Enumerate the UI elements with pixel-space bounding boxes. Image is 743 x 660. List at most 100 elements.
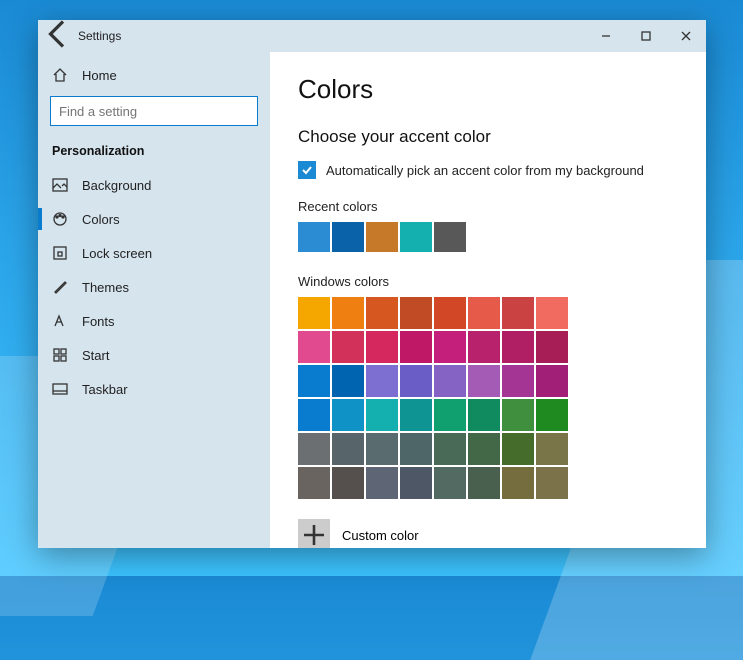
color-swatch[interactable]	[400, 365, 432, 397]
picture-icon	[52, 177, 68, 193]
color-swatch[interactable]	[400, 399, 432, 431]
brush-icon	[52, 279, 68, 295]
search-field[interactable]	[59, 104, 249, 119]
windows-colors-label: Windows colors	[298, 274, 678, 289]
nav-label: Start	[82, 348, 109, 363]
color-swatch[interactable]	[502, 433, 534, 465]
color-swatch[interactable]	[502, 365, 534, 397]
color-swatch[interactable]	[332, 467, 364, 499]
titlebar: Settings	[38, 20, 706, 52]
page-subheading: Choose your accent color	[298, 127, 678, 147]
color-swatch[interactable]	[298, 297, 330, 329]
nav-label: Background	[82, 178, 151, 193]
grid-icon	[52, 347, 68, 363]
color-swatch[interactable]	[536, 399, 568, 431]
nav-label: Colors	[82, 212, 120, 227]
color-swatch[interactable]	[468, 331, 500, 363]
color-swatch[interactable]	[332, 331, 364, 363]
nav-themes[interactable]: Themes	[38, 270, 270, 304]
color-swatch[interactable]	[502, 297, 534, 329]
color-swatch[interactable]	[400, 467, 432, 499]
color-swatch[interactable]	[434, 365, 466, 397]
color-swatch[interactable]	[400, 433, 432, 465]
color-swatch[interactable]	[366, 467, 398, 499]
nav-label: Themes	[82, 280, 129, 295]
custom-color-button[interactable]	[298, 519, 330, 548]
color-swatch[interactable]	[298, 399, 330, 431]
color-swatch[interactable]	[434, 399, 466, 431]
nav-label: Fonts	[82, 314, 115, 329]
home-icon	[52, 67, 68, 83]
settings-window: Settings Home Person	[38, 20, 706, 548]
color-swatch[interactable]	[434, 331, 466, 363]
color-swatch[interactable]	[536, 433, 568, 465]
color-swatch[interactable]	[298, 365, 330, 397]
lock-icon	[52, 245, 68, 261]
recent-colors	[298, 222, 678, 252]
color-swatch[interactable]	[298, 433, 330, 465]
custom-color-row[interactable]: Custom color	[298, 519, 678, 548]
recent-color-swatch[interactable]	[366, 222, 398, 252]
color-swatch[interactable]	[366, 297, 398, 329]
palette-icon	[52, 211, 68, 227]
color-swatch[interactable]	[332, 297, 364, 329]
color-swatch[interactable]	[502, 399, 534, 431]
color-swatch[interactable]	[468, 467, 500, 499]
color-swatch[interactable]	[434, 467, 466, 499]
nav-home[interactable]: Home	[38, 58, 270, 92]
color-swatch[interactable]	[298, 467, 330, 499]
nav-label: Lock screen	[82, 246, 152, 261]
taskbar-icon	[52, 381, 68, 397]
recent-color-swatch[interactable]	[332, 222, 364, 252]
windows-colors-grid	[298, 297, 678, 499]
nav-colors[interactable]: Colors	[38, 202, 270, 236]
color-swatch[interactable]	[298, 331, 330, 363]
nav-home-label: Home	[82, 68, 117, 83]
maximize-button[interactable]	[626, 20, 666, 52]
nav-fonts[interactable]: Fonts	[38, 304, 270, 338]
sidebar: Home Personalization Background Colors	[38, 52, 270, 548]
color-swatch[interactable]	[468, 399, 500, 431]
color-swatch[interactable]	[332, 433, 364, 465]
color-swatch[interactable]	[366, 365, 398, 397]
window-title: Settings	[78, 29, 121, 43]
nav-taskbar[interactable]: Taskbar	[38, 372, 270, 406]
color-swatch[interactable]	[366, 433, 398, 465]
main-pane: Colors Choose your accent color Automati…	[270, 52, 706, 548]
color-swatch[interactable]	[536, 331, 568, 363]
recent-color-swatch[interactable]	[400, 222, 432, 252]
color-swatch[interactable]	[366, 399, 398, 431]
auto-pick-label: Automatically pick an accent color from …	[326, 163, 644, 178]
nav-start[interactable]: Start	[38, 338, 270, 372]
color-swatch[interactable]	[536, 365, 568, 397]
color-swatch[interactable]	[468, 365, 500, 397]
color-swatch[interactable]	[502, 331, 534, 363]
color-swatch[interactable]	[366, 331, 398, 363]
color-swatch[interactable]	[468, 433, 500, 465]
color-swatch[interactable]	[536, 297, 568, 329]
color-swatch[interactable]	[502, 467, 534, 499]
search-input[interactable]	[50, 96, 258, 126]
minimize-button[interactable]	[586, 20, 626, 52]
auto-pick-row[interactable]: Automatically pick an accent color from …	[298, 161, 678, 179]
color-swatch[interactable]	[434, 297, 466, 329]
custom-color-label: Custom color	[342, 528, 419, 543]
nav-label: Taskbar	[82, 382, 128, 397]
sidebar-header: Personalization	[38, 136, 270, 168]
color-swatch[interactable]	[536, 467, 568, 499]
color-swatch[interactable]	[400, 331, 432, 363]
page-heading: Colors	[298, 74, 678, 105]
color-swatch[interactable]	[332, 399, 364, 431]
recent-color-swatch[interactable]	[434, 222, 466, 252]
color-swatch[interactable]	[468, 297, 500, 329]
color-swatch[interactable]	[332, 365, 364, 397]
color-swatch[interactable]	[434, 433, 466, 465]
close-button[interactable]	[666, 20, 706, 52]
font-icon	[52, 313, 68, 329]
auto-pick-checkbox[interactable]	[298, 161, 316, 179]
recent-color-swatch[interactable]	[298, 222, 330, 252]
color-swatch[interactable]	[400, 297, 432, 329]
recent-colors-label: Recent colors	[298, 199, 678, 214]
nav-lockscreen[interactable]: Lock screen	[38, 236, 270, 270]
nav-background[interactable]: Background	[38, 168, 270, 202]
